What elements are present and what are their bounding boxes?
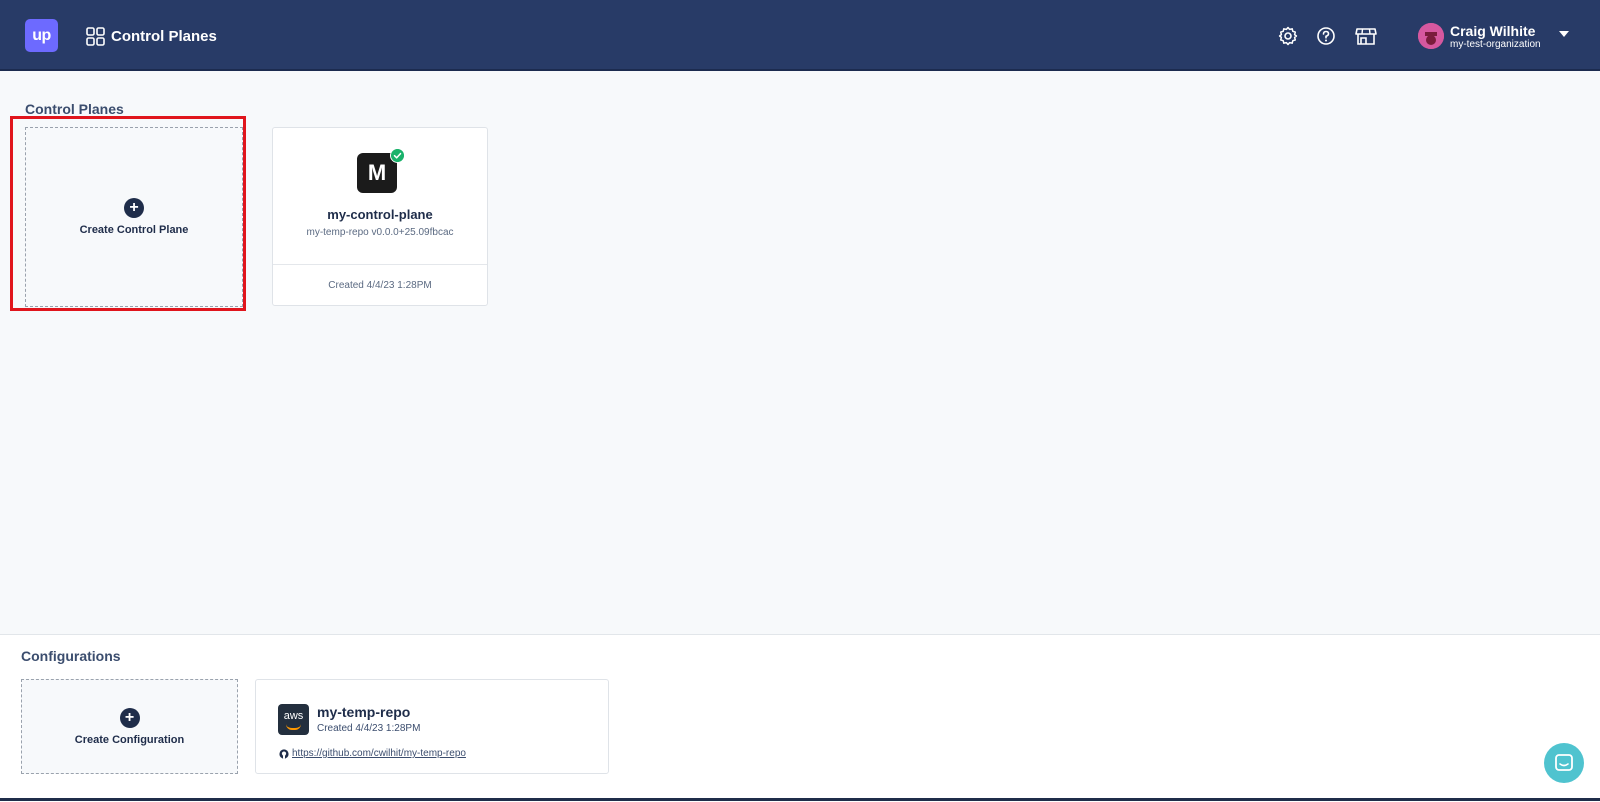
status-check-icon [390,148,405,163]
aws-icon-text: aws [283,710,304,722]
configurations-panel: Configurations + Create Configuration aw… [0,634,1600,802]
avatar-image [1418,23,1444,49]
create-control-plane-label: Create Control Plane [79,224,189,236]
divider [273,264,487,265]
gear-icon[interactable] [1278,26,1298,46]
chevron-down-icon[interactable] [1559,31,1569,37]
grid-icon [86,26,105,46]
create-configuration-label: Create Configuration [74,733,185,746]
user-name: Craig Wilhite [1450,23,1536,39]
nav-label: Control Planes [111,27,217,45]
control-planes-heading: Control Planes [25,101,124,117]
help-icon[interactable] [1316,26,1336,46]
repository-link[interactable]: https://github.com/cwilhit/my-temp-repo [292,748,466,759]
configurations-heading: Configurations [21,648,121,664]
aws-smile [286,724,301,730]
configuration-card[interactable]: aws my-temp-repo Created 4/4/23 1:28PM h… [255,679,609,774]
marketplace-icon[interactable] [1355,26,1377,46]
configuration-name: my-temp-repo [317,704,411,720]
control-plane-name: my-control-plane [327,207,433,222]
plus-icon: + [119,707,140,728]
plus-icon: + [124,198,144,218]
create-configuration-card[interactable]: + Create Configuration [21,679,238,774]
avatar [1418,23,1444,49]
create-control-plane-card[interactable]: + Create Control Plane [25,127,243,307]
control-plane-version: my-temp-repo v0.0.0+25.09fbcac [306,227,454,238]
upbound-logo[interactable]: up [25,19,58,52]
organization-name: my-test-organization [1450,39,1541,50]
chat-button[interactable] [1544,743,1584,783]
control-planes-nav-link[interactable]: Control Planes [86,25,217,47]
control-plane-created: Created 4/4/23 1:28PM [328,280,432,291]
top-nav-bar: up Control Planes Craig Wilhite my-test-… [0,0,1600,71]
repository-link-row: https://github.com/cwilhit/my-temp-repo [279,748,466,759]
aws-icon: aws [278,704,309,735]
control-plane-card[interactable]: M my-control-plane my-temp-repo v0.0.0+2… [272,127,488,306]
github-icon [279,748,289,759]
configuration-created: Created 4/4/23 1:28PM [317,723,421,734]
chat-icon [1555,754,1573,771]
